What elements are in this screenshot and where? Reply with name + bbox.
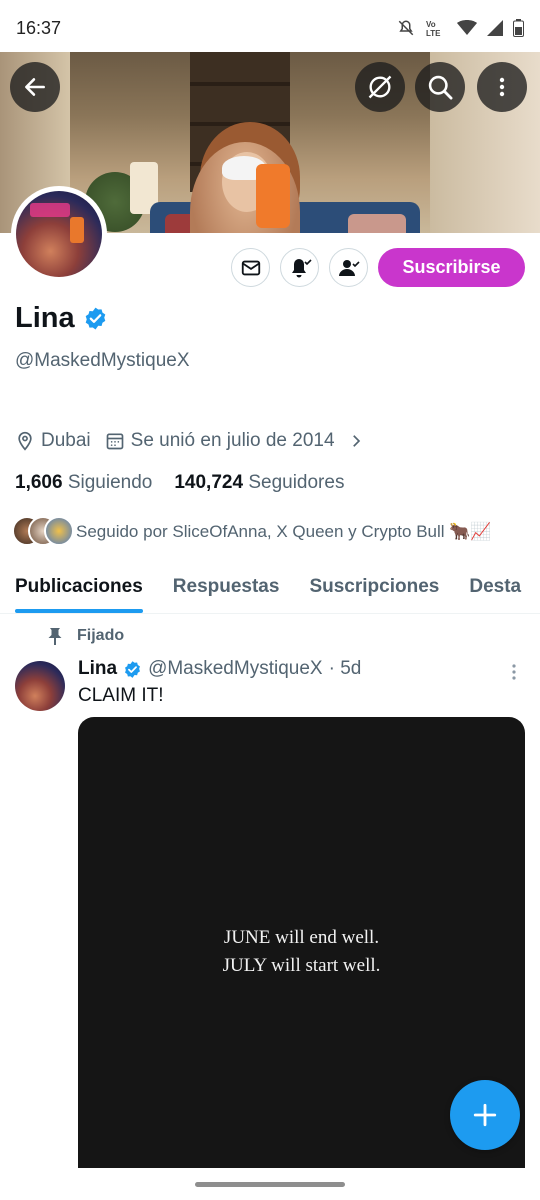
hide-icon bbox=[368, 75, 392, 99]
joined-text: Se unió en julio de 2014 bbox=[130, 430, 335, 451]
message-button[interactable] bbox=[231, 248, 270, 287]
verified-badge-icon[interactable] bbox=[83, 306, 108, 331]
pin-icon bbox=[48, 628, 62, 645]
followers-count: 140,724 bbox=[174, 472, 244, 493]
more-options-button[interactable] bbox=[477, 62, 527, 112]
post-text: CLAIM IT! bbox=[78, 685, 164, 706]
svg-text:LTE: LTE bbox=[426, 29, 441, 37]
profile-meta: Dubai Se unió en julio de 2014 bbox=[15, 430, 379, 452]
profile-avatar[interactable] bbox=[11, 186, 107, 282]
followers-label: Seguidores bbox=[248, 472, 345, 493]
profile-name-row: Lina bbox=[15, 302, 108, 335]
notifications-button[interactable] bbox=[280, 248, 319, 287]
status-time: 16:37 bbox=[16, 17, 62, 38]
home-gesture-pill[interactable] bbox=[195, 1182, 345, 1187]
post-more-button[interactable] bbox=[505, 662, 523, 687]
back-arrow-icon bbox=[25, 78, 45, 96]
followed-by-row[interactable]: Seguido por SliceOfAnna, X Queen y Crypt… bbox=[12, 516, 492, 548]
banner-shelf-line bbox=[190, 82, 290, 86]
svg-text:Vo: Vo bbox=[426, 20, 436, 29]
post-handle[interactable]: @MaskedMystiqueX bbox=[148, 658, 323, 680]
pinned-label: Fijado bbox=[77, 627, 125, 644]
mail-icon bbox=[241, 260, 260, 275]
following-link[interactable]: 1,606 Siguiendo bbox=[15, 472, 152, 494]
more-vert-icon bbox=[512, 664, 516, 680]
post-header: Lina @MaskedMystiqueX · 5d bbox=[78, 658, 361, 680]
following-label: Siguiendo bbox=[67, 472, 153, 493]
battery-icon bbox=[513, 19, 524, 37]
status-bar: 16:37 Vo LTE bbox=[0, 0, 540, 56]
more-vert-icon bbox=[499, 77, 505, 97]
calendar-icon bbox=[106, 433, 123, 450]
search-button[interactable] bbox=[415, 62, 465, 112]
volte-icon: VoLTE bbox=[426, 20, 441, 37]
followed-by-text: Seguido por SliceOfAnna, X Queen y Crypt… bbox=[76, 522, 492, 541]
verified-badge-icon bbox=[125, 660, 141, 678]
tab-replies[interactable]: Respuestas bbox=[158, 560, 295, 613]
followers-link[interactable]: 140,724 Seguidores bbox=[174, 472, 344, 494]
user-check-icon bbox=[338, 259, 360, 276]
location-pin-icon bbox=[18, 431, 32, 451]
wifi-icon bbox=[457, 20, 477, 35]
plus-icon bbox=[473, 1103, 497, 1127]
back-button[interactable] bbox=[10, 62, 60, 112]
following-count: 1,606 bbox=[15, 472, 63, 493]
signal-icon bbox=[487, 20, 503, 36]
mute-bell-icon bbox=[398, 20, 414, 36]
compose-button[interactable] bbox=[450, 1080, 520, 1150]
post-image-line: JULY will start well. bbox=[222, 955, 381, 976]
bell-check-icon bbox=[291, 258, 312, 277]
subscribe-button[interactable]: Suscribirse bbox=[378, 248, 525, 287]
profile-name: Lina bbox=[15, 302, 75, 334]
profile-tabs: Publicaciones Respuestas Suscripciones D… bbox=[0, 560, 540, 614]
tab-subscriptions[interactable]: Suscripciones bbox=[294, 560, 454, 613]
following-button[interactable] bbox=[329, 248, 368, 287]
post-time: · 5d bbox=[328, 658, 362, 679]
profile-handle: @MaskedMystiqueX bbox=[15, 350, 190, 371]
location-text: Dubai bbox=[41, 430, 91, 451]
location-item: Dubai bbox=[15, 430, 91, 452]
chevron-right-icon bbox=[352, 435, 360, 447]
status-icons: Vo LTE bbox=[397, 19, 524, 37]
follow-counts: 1,606 Siguiendo 140,724 Seguidores bbox=[15, 472, 344, 494]
search-icon bbox=[428, 75, 453, 100]
post-image-line: JUNE will end well. bbox=[223, 927, 380, 948]
pinned-label-row: Fijado bbox=[47, 627, 124, 645]
hide-button[interactable] bbox=[355, 62, 405, 112]
mutual-avatar bbox=[44, 516, 74, 546]
avatar-image bbox=[16, 191, 102, 277]
joined-item[interactable]: Se unió en julio de 2014 bbox=[105, 430, 365, 452]
banner-phone bbox=[256, 164, 290, 228]
mutual-avatars bbox=[12, 516, 74, 548]
tab-highlights[interactable]: Desta bbox=[454, 560, 536, 613]
post-avatar[interactable] bbox=[15, 661, 65, 711]
banner-pillow bbox=[348, 214, 406, 233]
post-author[interactable]: Lina bbox=[78, 658, 117, 680]
tab-posts[interactable]: Publicaciones bbox=[0, 560, 158, 613]
